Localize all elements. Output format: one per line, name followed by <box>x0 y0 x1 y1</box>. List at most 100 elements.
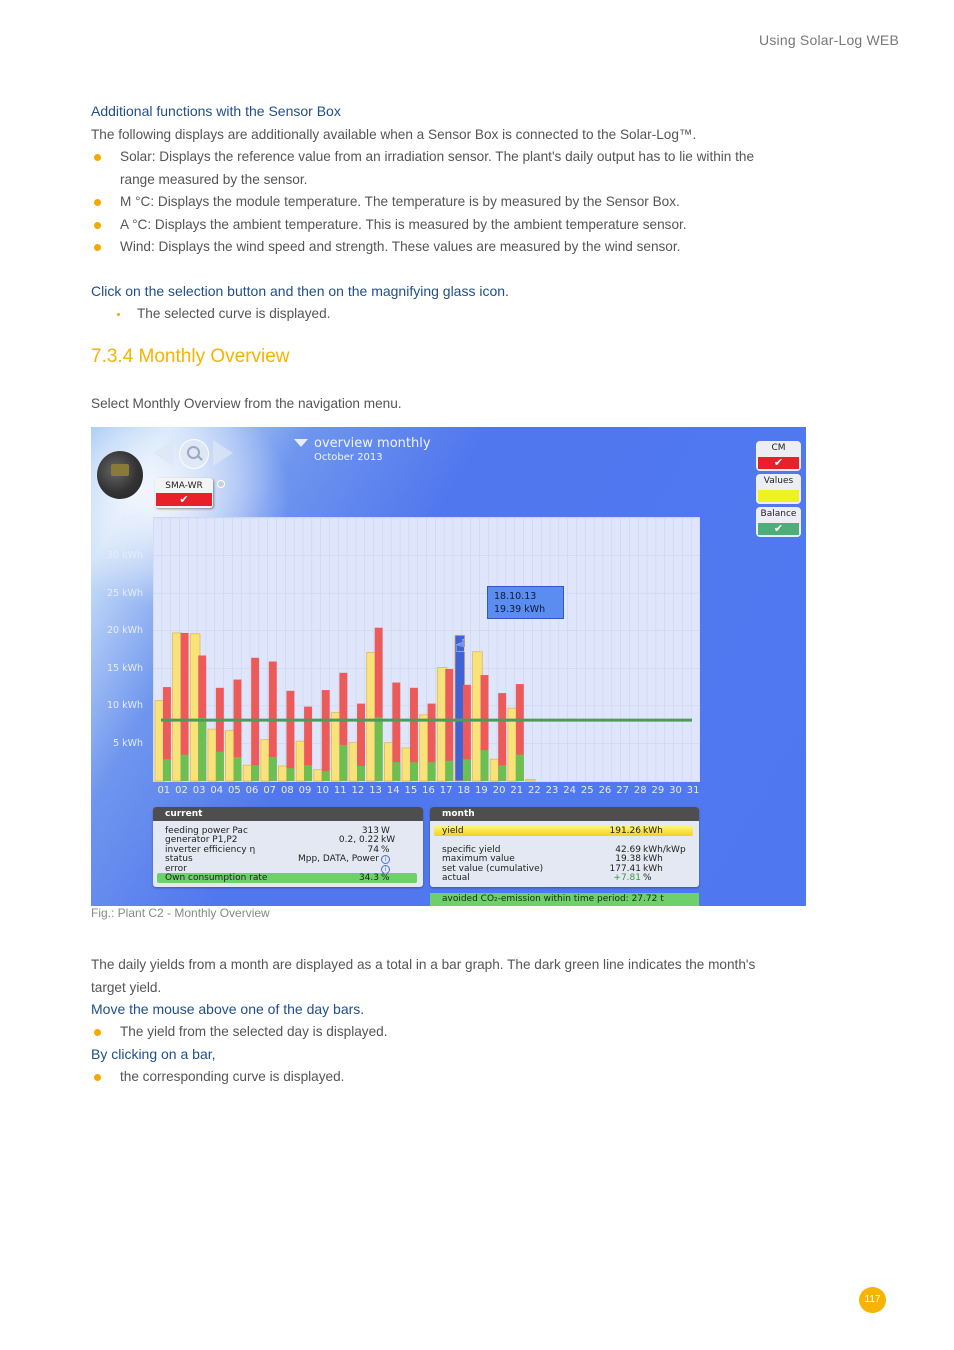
sensor-bullet-list: Solar: Displays the reference value from… <box>91 146 791 259</box>
bar-balance-21 <box>515 754 524 781</box>
x-tick-label: 20 <box>492 785 506 796</box>
x-tick-label: 04 <box>210 785 224 796</box>
bar-balance-12 <box>357 765 365 781</box>
x-tick-label: 03 <box>192 785 206 796</box>
section-intro: Select Monthly Overview from the navigat… <box>91 396 402 411</box>
current-panel: current feeding power Pac 313 W generator … <box>153 807 423 887</box>
list-item: Solar: Displays the reference value from… <box>91 146 791 191</box>
x-tick-label: 16 <box>422 785 435 796</box>
x-tick-label: 07 <box>263 785 277 796</box>
x-tick-label: 02 <box>175 785 188 796</box>
legend-toggle-balance[interactable]: Balance ✔ <box>756 507 801 537</box>
bar-balance-18 <box>462 759 471 781</box>
legend-toggle-values[interactable]: Values <box>756 474 801 504</box>
checkmark-icon: ✔ <box>758 523 799 535</box>
x-tick-label: 24 <box>563 785 577 796</box>
y-tick-label: 20 kWh <box>106 625 143 636</box>
bullet-icon <box>94 1074 101 1081</box>
page-number: 117 <box>859 1287 886 1313</box>
step1-instruction: Move the mouse above one of the day bars… <box>91 1001 365 1017</box>
x-tick-label: 27 <box>616 785 629 796</box>
month-row: actual +7.81% <box>442 873 652 883</box>
x-tick-label: 09 <box>298 785 312 796</box>
info-icon[interactable]: i <box>381 855 390 864</box>
instruction-selection-result: The selected curve is displayed. <box>91 303 330 326</box>
step2-result-list: the corresponding curve is displayed. <box>91 1066 811 1089</box>
checkmark-icon: ✔ <box>758 457 799 469</box>
x-tick-label: 08 <box>280 785 294 796</box>
bar-balance-01 <box>162 759 171 781</box>
bar-balance-19 <box>480 750 489 781</box>
bar-balance-10 <box>321 771 330 781</box>
y-tick-label: 10 kWh <box>106 700 143 711</box>
x-tick-label: 10 <box>316 785 329 796</box>
x-tick-label: 21 <box>510 785 524 796</box>
y-tick-label: 35 kWh <box>106 513 143 524</box>
yield-row: yield 191.26 kWh <box>434 826 693 836</box>
bar-balance-08 <box>286 768 295 781</box>
y-tick-label: 15 kWh <box>106 663 143 674</box>
list-item: The yield from the selected day is displ… <box>91 1021 811 1044</box>
bar-balance-16 <box>427 762 436 781</box>
x-tick-label: 18 <box>457 785 471 796</box>
bar-balance-17 <box>445 760 454 781</box>
bar-balance-09 <box>304 765 313 781</box>
bar-balance-04 <box>215 751 224 781</box>
bar-cm-08 <box>286 690 295 781</box>
current-row: generator P1,P2 0.2, 0.22 kW <box>165 835 396 845</box>
x-tick-label: 29 <box>651 785 665 796</box>
x-tick-label: 13 <box>369 785 382 796</box>
co2-emission-bar: avoided CO₂-emission within time period:… <box>430 893 699 906</box>
bullet-icon <box>117 313 120 316</box>
list-item: M °C: Displays the module temperature. T… <box>91 191 791 214</box>
inverter-selection-button[interactable]: SMA-WR ✔ <box>155 478 213 508</box>
x-tick-label: 23 <box>545 785 559 796</box>
legend-toggle-cm[interactable]: CM ✔ <box>756 441 801 471</box>
x-tick-label: 06 <box>245 785 259 796</box>
solar-log-device-icon <box>97 451 143 499</box>
bar-balance-20 <box>498 765 507 781</box>
bar-balance-05 <box>233 756 242 781</box>
view-title[interactable]: overview monthly <box>314 436 431 451</box>
next-arrow-icon[interactable] <box>213 440 233 466</box>
previous-arrow-icon[interactable] <box>153 440 173 466</box>
bar-balance-02 <box>180 754 189 781</box>
step2-instruction: By clicking on a bar, <box>91 1046 216 1062</box>
figure-caption: Fig.: Plant C2 - Monthly Overview <box>91 906 270 920</box>
bar-balance-13 <box>374 717 383 781</box>
tooltip-date: 18.10.13 <box>494 591 537 602</box>
monthly-overview-screenshot: SMA-WR ✔ overview monthly October 2013 C… <box>91 427 806 906</box>
x-tick-label: 22 <box>527 785 541 796</box>
x-tick-label: 17 <box>439 785 453 796</box>
own-consumption-row: Own consumption rate 34.3% <box>157 873 417 883</box>
inverter-options-dot[interactable] <box>217 480 225 488</box>
list-item: Wind: Displays the wind speed and streng… <box>91 236 791 259</box>
bullet-icon <box>94 199 101 206</box>
bullet-icon <box>94 221 101 229</box>
bar-balance-15 <box>409 762 418 781</box>
section-title: 7.3.4 Monthly Overview <box>91 346 290 367</box>
running-head: Using Solar-Log WEB <box>759 32 899 48</box>
x-tick-label: 12 <box>351 785 365 796</box>
list-item: A °C: Displays the ambient temperature. … <box>91 214 791 237</box>
x-tick-label: 31 <box>686 785 700 796</box>
legend-swatch <box>758 490 799 502</box>
x-tick-label: 25 <box>580 785 594 796</box>
checkmark-icon: ✔ <box>156 493 212 506</box>
y-tick-label: 5 kWh <box>113 738 143 749</box>
x-tick-label: 19 <box>475 785 488 796</box>
bar-balance-06 <box>251 765 260 781</box>
description: The daily yields from a month are displa… <box>91 957 756 995</box>
x-tick-label: 15 <box>404 785 418 796</box>
x-tick-label: 28 <box>633 785 647 796</box>
tooltip-value: 19.39 kWh <box>494 604 546 615</box>
x-tick-label: 14 <box>386 785 400 796</box>
dropdown-triangle-icon[interactable] <box>294 439 308 447</box>
magnifying-glass-icon[interactable] <box>179 439 209 469</box>
sensor-heading: Additional functions with the Sensor Box <box>91 103 341 119</box>
x-tick-label: 11 <box>333 785 347 796</box>
current-panel-title: current <box>153 807 423 821</box>
bar-balance-14 <box>392 762 401 781</box>
x-tick-label: 30 <box>669 785 682 796</box>
bullet-icon <box>94 244 101 251</box>
